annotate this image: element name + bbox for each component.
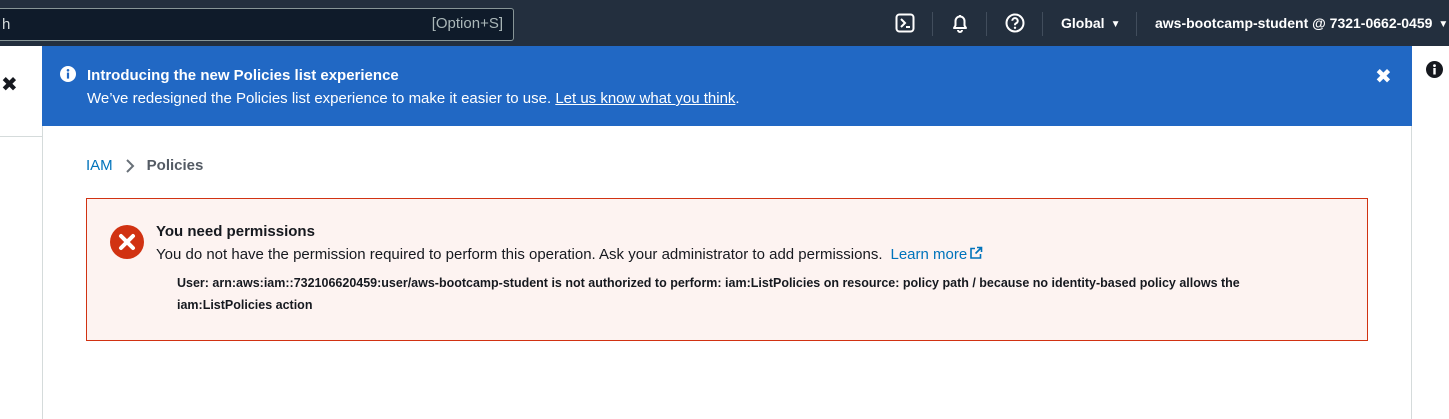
alert-message: You do not have the permission required … [156, 246, 983, 264]
toolbar-divider [932, 12, 933, 36]
rail-divider [0, 136, 42, 137]
region-selector[interactable]: Global ▼ [1061, 15, 1120, 31]
error-icon [110, 225, 144, 259]
account-menu[interactable]: aws-bootcamp-student @ 7321-0662-0459 ▼ [1155, 15, 1448, 31]
flash-body-text: We’ve redesigned the Policies list exper… [87, 90, 552, 107]
alert-title: You need permissions [156, 223, 315, 240]
toolbar-divider [1042, 12, 1043, 36]
region-label: Global [1061, 15, 1105, 31]
close-icon[interactable]: ✖ [1, 72, 18, 97]
toolbar-divider [1136, 12, 1137, 36]
cloudshell-icon[interactable] [894, 12, 916, 34]
learn-more-link[interactable]: Learn more [891, 246, 984, 263]
breadcrumb-current: Policies [146, 157, 204, 174]
search-shortcut-hint: [Option+S] [431, 15, 503, 32]
learn-more-label: Learn more [890, 246, 968, 263]
flash-body-suffix: . [735, 90, 740, 107]
alert-detail: User: arn:aws:iam::732106620459:user/aws… [177, 276, 1240, 312]
close-icon[interactable]: ✖ [1375, 64, 1392, 89]
account-label: aws-bootcamp-student @ 7321-0662-0459 [1155, 15, 1433, 31]
feedback-link[interactable]: Let us know what you think [555, 90, 735, 107]
bell-icon[interactable] [949, 12, 971, 34]
flash-message: We’ve redesigned the Policies list exper… [87, 90, 740, 107]
chevron-right-icon [125, 158, 135, 174]
breadcrumb: IAM Policies [86, 157, 203, 174]
info-icon [60, 66, 76, 82]
external-link-icon [969, 246, 983, 264]
permission-error-alert: You need permissions You do not have the… [86, 198, 1368, 341]
caret-down-icon: ▼ [1438, 19, 1449, 30]
flash-banner: Introducing the new Policies list experi… [42, 46, 1412, 126]
caret-down-icon: ▼ [1110, 19, 1121, 30]
help-icon[interactable] [1004, 12, 1026, 34]
search-box[interactable]: [Option+S] [0, 8, 514, 41]
flash-title: Introducing the new Policies list experi… [87, 67, 399, 84]
info-icon[interactable] [1426, 61, 1443, 78]
search-input[interactable] [0, 9, 400, 40]
alert-message-text: You do not have the permission required … [156, 246, 883, 263]
breadcrumb-iam-link[interactable]: IAM [86, 157, 113, 174]
toolbar-divider [986, 12, 987, 36]
top-navigation-bar: [Option+S] Global ▼ aws-bootcamp-student … [0, 0, 1449, 46]
side-navigation-rail: ✖ [0, 46, 42, 419]
